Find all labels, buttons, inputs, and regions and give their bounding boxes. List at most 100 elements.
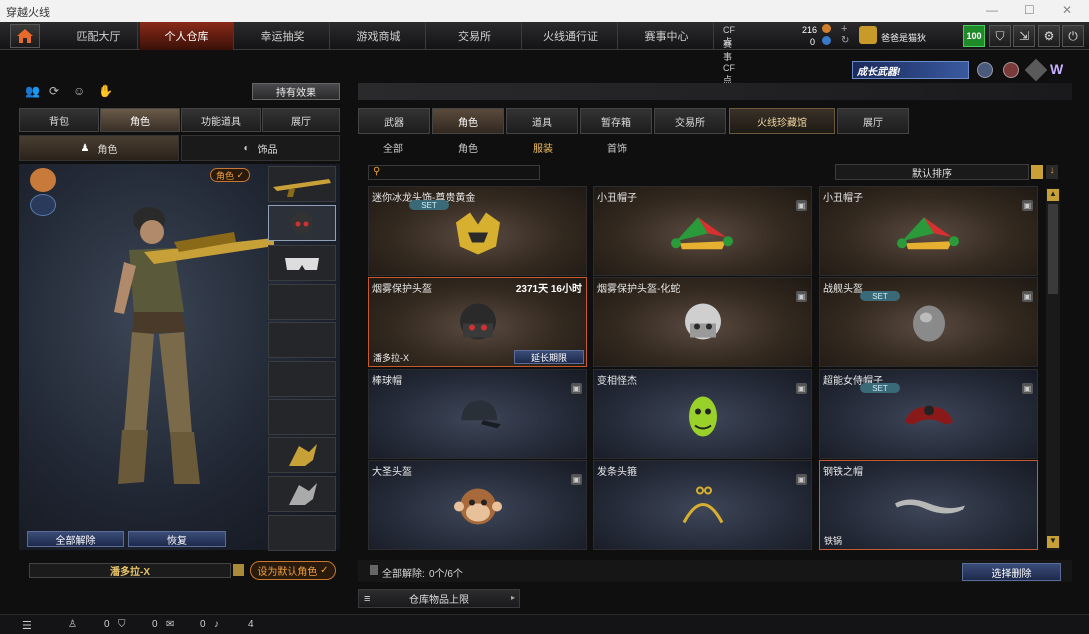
slot-glasses[interactable] (268, 245, 336, 281)
slot-dragon-gold[interactable] (268, 437, 336, 473)
power-icon[interactable]: ⏻ (1062, 25, 1084, 47)
item-card[interactable]: 小丑帽子 ▣ (593, 186, 812, 276)
item-card-equipped[interactable]: 烟雾保护头盔 2371天 16小时 潘多拉-X 延长期限 (368, 277, 587, 367)
gesture-icon[interactable]: ✋ (98, 84, 113, 98)
pose-1-icon[interactable] (30, 168, 56, 192)
set-default-character-button[interactable]: 设为默认角色 ✓ (250, 561, 336, 580)
slot-empty-5[interactable] (268, 515, 336, 551)
scroll-down-icon[interactable]: ▼ (1047, 536, 1059, 548)
item-card[interactable]: 棒球帽 ▣ (368, 369, 587, 459)
set-badge: SET (860, 291, 900, 301)
rtab-character[interactable]: 角色 (432, 108, 504, 134)
tab-function-items[interactable]: 功能道具 (181, 108, 261, 132)
role-badge[interactable]: 角色 ✓ (210, 168, 250, 182)
growth-weapon-banner[interactable]: 成长武器! (852, 61, 969, 79)
iron-hat-icon (894, 499, 965, 514)
item-card[interactable]: 变相怪杰 ▣ (593, 369, 812, 459)
item-card[interactable]: 超能女侍帽子 SET ▣ (819, 369, 1038, 459)
v-badge-icon[interactable]: W (1050, 61, 1068, 79)
grid-view-icon[interactable] (1031, 165, 1043, 179)
rtab-showroom[interactable]: 展厅 (837, 108, 909, 134)
warship-helmet-icon (912, 305, 945, 342)
volume-icon[interactable]: ♪ (214, 619, 219, 630)
slot-dragon-silver[interactable] (268, 476, 336, 512)
item-name: 大圣头盔 (372, 467, 412, 478)
slot-empty-1[interactable] (268, 284, 336, 320)
rank-badge-icon[interactable] (977, 62, 993, 78)
set-badge: SET (860, 383, 900, 393)
item-card[interactable]: 小丑帽子 ▣ (819, 186, 1038, 276)
slot-empty-3[interactable] (268, 361, 336, 397)
home-button[interactable] (10, 24, 40, 48)
rtab-exchange[interactable]: 交易所 (654, 108, 726, 134)
subfilter-clothing[interactable]: 服装 (533, 140, 553, 155)
rtab-weapons[interactable]: 武器 (358, 108, 430, 134)
exit-icon[interactable]: ⇲ (1013, 25, 1035, 47)
nav-tab-exchange[interactable]: 交易所 (428, 22, 522, 50)
search-input[interactable]: ⚲ (368, 165, 540, 180)
tab-character[interactable]: 角色 (100, 108, 180, 132)
sort-order-icon[interactable]: ↓ (1046, 165, 1058, 179)
chat-icon[interactable]: ✉ (166, 619, 174, 630)
guild-icon[interactable]: ⛉ (118, 619, 126, 630)
maximize-icon[interactable]: ☐ (1024, 3, 1035, 17)
avatar[interactable] (859, 26, 877, 44)
refresh-icon[interactable]: ↻ (841, 35, 849, 46)
restore-button[interactable]: 恢复 (128, 531, 226, 547)
item-card[interactable]: 发条头箍 ▣ (593, 460, 812, 550)
storage-limit-button[interactable]: ≡ 仓库物品上限 ▸ (358, 589, 520, 608)
slot-empty-4[interactable] (268, 399, 336, 435)
close-icon[interactable]: ✕ (1062, 3, 1072, 17)
minimize-icon[interactable]: — (986, 3, 998, 17)
pose-2-icon[interactable] (30, 194, 56, 216)
subfilter-jewelry[interactable]: 首饰 (607, 140, 627, 155)
unequip-all-button[interactable]: 全部解除 (27, 531, 124, 547)
rtab-items[interactable]: 道具 (506, 108, 578, 134)
slot-empty-2[interactable] (268, 322, 336, 358)
item-card[interactable]: 战舰头盔 SET ▣ (819, 277, 1038, 367)
subfilter-character[interactable]: 角色 (458, 140, 478, 155)
scroll-thumb[interactable] (1048, 204, 1058, 294)
scroll-up-icon[interactable]: ▲ (1047, 189, 1059, 201)
shield-icon[interactable]: ⛉ (989, 25, 1011, 47)
item-card[interactable]: 迷你冰龙头饰-尊贵黄金 SET (368, 186, 587, 276)
nav-tab-match-lobby[interactable]: 匹配大厅 (60, 22, 138, 50)
nav-tab-event-center[interactable]: 赛事中心 (620, 22, 714, 50)
character-name-field[interactable]: 潘多拉-X (29, 563, 231, 578)
item-card-equipped[interactable]: 钢铁之帽 铁锅 (819, 460, 1038, 550)
item-card[interactable]: 烟雾保护头盔-化蛇 ▣ (593, 277, 812, 367)
nav-tab-personal-storage[interactable]: 个人仓库 (140, 22, 234, 50)
item-grid-scrollbar[interactable]: ▲ ▼ (1046, 188, 1060, 550)
refresh-cycle-icon[interactable]: ⟳ (49, 84, 59, 98)
slot-headgear[interactable] (268, 205, 336, 241)
add-icon[interactable]: + (841, 23, 847, 35)
subtab-accessories[interactable]: ◐ 饰品 (181, 135, 340, 161)
rtab-collection[interactable]: 火线珍藏馆 (729, 108, 835, 134)
people-icon[interactable]: ☺ (73, 84, 85, 98)
target-badge-icon[interactable] (1003, 62, 1019, 78)
wind-up-headband-icon (682, 486, 723, 524)
nav-tab-lucky-draw[interactable]: 幸运抽奖 (236, 22, 330, 50)
nav-tab-battle-pass[interactable]: 火线通行证 (524, 22, 618, 50)
rtab-stash[interactable]: 暂存箱 (580, 108, 652, 134)
nav-tab-game-mall[interactable]: 游戏商城 (332, 22, 426, 50)
sort-select[interactable]: 默认排序 (835, 164, 1029, 180)
subfilter-all[interactable]: 全部 (383, 140, 403, 155)
tab-backpack[interactable]: 背包 (19, 108, 99, 132)
subtab-character[interactable]: ♟ 角色 (19, 135, 179, 161)
menu-icon[interactable]: ☰ (22, 619, 32, 632)
extend-duration-button[interactable]: 延长期限 (514, 350, 584, 364)
wing-badge-icon[interactable] (1024, 58, 1048, 82)
gear-icon[interactable]: ⚙ (1038, 25, 1060, 47)
select-delete-button[interactable]: 选择删除 (962, 563, 1061, 581)
event-cf-label: 赛事CF点 (723, 39, 735, 85)
tab-showroom[interactable]: 展厅 (262, 108, 340, 132)
effects-button[interactable]: 持有效果 (252, 83, 340, 100)
group-icon[interactable]: 👥 (25, 84, 40, 98)
friends-icon[interactable]: ♙ (68, 619, 77, 630)
slot-weapon[interactable] (268, 166, 336, 202)
list-icon[interactable] (233, 564, 244, 576)
item-card[interactable]: 大圣头盔 ▣ (368, 460, 587, 550)
level-badge[interactable]: 100 (963, 25, 985, 47)
guild-count: 0 (152, 619, 158, 630)
